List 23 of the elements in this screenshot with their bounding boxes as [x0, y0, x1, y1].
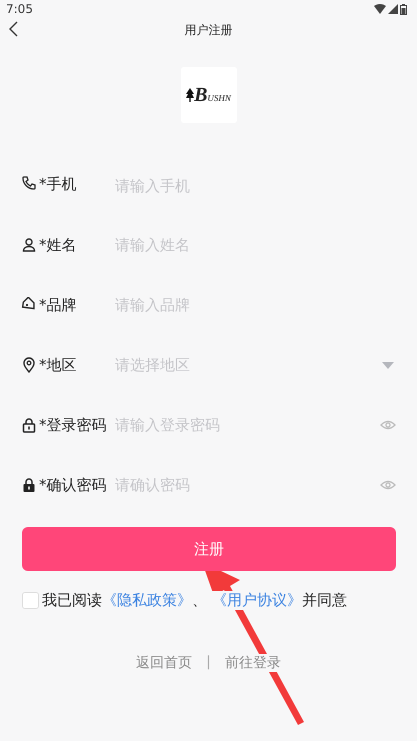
lock-icon: [21, 477, 37, 493]
phone-icon: [21, 175, 37, 191]
field-label: *手机: [39, 175, 78, 194]
field-label: *登录密码: [39, 416, 108, 434]
field-label: *地区: [39, 356, 78, 374]
login-link[interactable]: 前往登录: [224, 654, 281, 672]
home-link[interactable]: 返回首页: [136, 654, 192, 672]
wifi-icon: [374, 4, 386, 14]
agree-checkbox[interactable]: [22, 592, 39, 609]
status-time: 7:05: [6, 2, 33, 16]
field-label: *确认密码: [39, 476, 108, 494]
page-title: 用户注册: [184, 22, 232, 38]
agreement-text: 我已阅读《隐私政策》、 《用户协议》并同意: [42, 591, 347, 610]
logo: BUSHN: [180, 67, 236, 123]
location-pin-icon: [21, 357, 37, 373]
person-icon: [21, 237, 37, 253]
lock-icon: [21, 417, 37, 433]
register-button[interactable]: 注册: [22, 527, 396, 571]
battery-icon: [400, 4, 407, 14]
field-label: *姓名: [39, 236, 78, 254]
field-label: *品牌: [39, 296, 78, 314]
divider-text: |: [206, 654, 211, 672]
signal-icon: [388, 4, 398, 14]
